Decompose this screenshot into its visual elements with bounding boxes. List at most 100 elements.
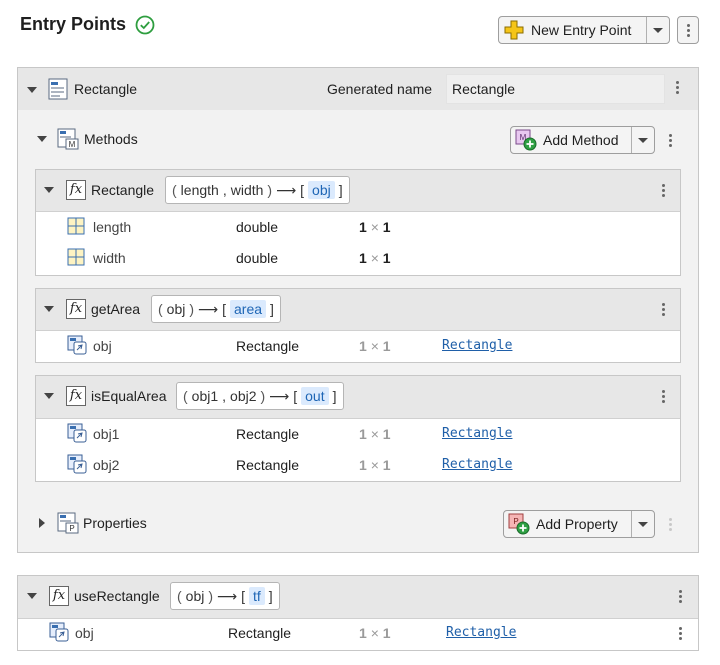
size-times: × xyxy=(370,338,379,354)
properties-label: Properties xyxy=(83,515,147,531)
argument-size[interactable]: 1 × 1 xyxy=(359,250,391,266)
methods-icon: M xyxy=(57,128,79,150)
function-icon: fx xyxy=(66,299,86,319)
add-property-dropdown[interactable] xyxy=(632,511,654,537)
method-more-button[interactable] xyxy=(662,303,665,316)
collapse-entry-toggle[interactable] xyxy=(27,593,37,599)
function-icon: fx xyxy=(66,386,86,406)
size-rows: 1 xyxy=(359,625,367,641)
sig-close-bracket: ] xyxy=(268,588,273,604)
method-more-button[interactable] xyxy=(662,390,665,403)
sig-open-bracket: [ xyxy=(293,388,298,404)
size-times: × xyxy=(370,250,379,266)
argument-type[interactable]: double xyxy=(236,219,278,235)
matrix-icon xyxy=(67,248,85,266)
class-more-button[interactable] xyxy=(676,81,679,94)
add-method-split-button[interactable]: M Add Method xyxy=(510,126,655,154)
argument-type[interactable]: Rectangle xyxy=(236,457,299,473)
svg-text:M: M xyxy=(69,140,76,149)
argument-size[interactable]: 1 × 1 xyxy=(359,338,391,354)
methods-label: Methods xyxy=(84,131,138,147)
argument-size[interactable]: 1 × 1 xyxy=(359,426,391,442)
method-more-button[interactable] xyxy=(662,184,665,197)
add-property-icon: P xyxy=(508,513,530,535)
new-entry-point-button[interactable]: New Entry Point xyxy=(499,17,647,43)
arrow-right-icon: ⟶ xyxy=(269,387,290,404)
more-vertical-icon xyxy=(686,23,690,37)
argument-size[interactable]: 1 × 1 xyxy=(359,457,391,473)
svg-text:P: P xyxy=(69,524,74,533)
add-method-label: Add Method xyxy=(543,132,619,148)
argument-size[interactable]: 1 × 1 xyxy=(359,625,391,641)
entry-point-name: useRectangle xyxy=(74,588,160,604)
new-entry-point-label: New Entry Point xyxy=(531,22,632,38)
more-vertical-icon xyxy=(679,590,682,603)
collapse-method-toggle[interactable] xyxy=(44,306,54,312)
size-times: × xyxy=(370,457,379,473)
collapse-method-toggle[interactable] xyxy=(44,393,54,399)
class-link[interactable]: Rectangle xyxy=(442,457,512,472)
add-property-button[interactable]: P Add Property xyxy=(504,511,632,537)
header-more-button[interactable] xyxy=(677,16,699,44)
argument-type[interactable]: Rectangle xyxy=(236,338,299,354)
generated-name-input[interactable]: Rectangle xyxy=(446,74,665,104)
function-icon: fx xyxy=(66,180,86,200)
new-entry-point-split-button[interactable]: New Entry Point xyxy=(498,16,670,44)
argument-list xyxy=(36,211,680,275)
add-method-button[interactable]: M Add Method xyxy=(511,127,632,153)
size-times: × xyxy=(370,219,379,235)
method-signature[interactable]: ( length, width ) ⟶ [ obj ] xyxy=(165,176,350,204)
argument-name[interactable]: obj2 xyxy=(93,457,119,473)
method-signature[interactable]: ( obj1, obj2 ) ⟶ [ out ] xyxy=(176,382,344,410)
argument-name[interactable]: obj1 xyxy=(93,426,119,442)
object-icon xyxy=(67,335,87,355)
entry-point-more-button[interactable] xyxy=(679,590,682,603)
sig-open-bracket: [ xyxy=(300,182,305,198)
argument-list xyxy=(36,330,680,362)
class-icon xyxy=(48,78,68,100)
argument-type[interactable]: double xyxy=(236,250,278,266)
size-rows: 1 xyxy=(359,457,367,473)
size-rows: 1 xyxy=(359,426,367,442)
method-signature[interactable]: ( obj ) ⟶ [ area ] xyxy=(151,295,281,323)
sig-input: width xyxy=(230,182,264,198)
check-circle-icon xyxy=(135,15,155,35)
argument-more-button[interactable] xyxy=(679,627,682,640)
argument-type[interactable]: Rectangle xyxy=(236,426,299,442)
more-vertical-icon xyxy=(662,303,665,316)
sig-input: obj xyxy=(166,301,186,317)
sig-close-paren: ) xyxy=(260,388,266,404)
argument-type[interactable]: Rectangle xyxy=(228,625,291,641)
argument-name[interactable]: length xyxy=(93,219,131,235)
chevron-down-icon xyxy=(638,521,648,527)
class-link[interactable]: Rectangle xyxy=(446,625,516,640)
add-property-label: Add Property xyxy=(536,516,618,532)
argument-name[interactable]: width xyxy=(93,250,126,266)
size-rows: 1 xyxy=(359,250,367,266)
class-link[interactable]: Rectangle xyxy=(442,426,512,441)
argument-name[interactable]: obj xyxy=(75,625,94,641)
properties-more-button xyxy=(669,518,672,531)
collapse-method-toggle[interactable] xyxy=(44,187,54,193)
sig-open-paren: ( xyxy=(183,388,188,404)
add-property-split-button[interactable]: P Add Property xyxy=(503,510,655,538)
arrow-right-icon: ⟶ xyxy=(198,300,219,317)
expand-properties-toggle[interactable] xyxy=(39,518,45,528)
argument-name[interactable]: obj xyxy=(93,338,112,354)
sig-open-paren: ( xyxy=(172,182,177,198)
methods-more-button[interactable] xyxy=(669,134,672,147)
more-vertical-icon xyxy=(669,518,672,531)
sig-input: length xyxy=(180,182,219,198)
argument-size[interactable]: 1 × 1 xyxy=(359,219,391,235)
arrow-right-icon: ⟶ xyxy=(217,587,238,604)
class-link[interactable]: Rectangle xyxy=(442,338,512,353)
sig-input: obj xyxy=(185,588,205,604)
class-name: Rectangle xyxy=(74,81,138,97)
collapse-methods-toggle[interactable] xyxy=(37,136,47,142)
object-icon xyxy=(49,622,69,642)
sig-open-paren: ( xyxy=(177,588,182,604)
new-entry-point-dropdown[interactable] xyxy=(647,17,669,43)
collapse-class-toggle[interactable] xyxy=(27,87,37,93)
entry-point-signature[interactable]: ( obj ) ⟶ [ tf ] xyxy=(170,582,280,610)
add-method-dropdown[interactable] xyxy=(632,127,654,153)
